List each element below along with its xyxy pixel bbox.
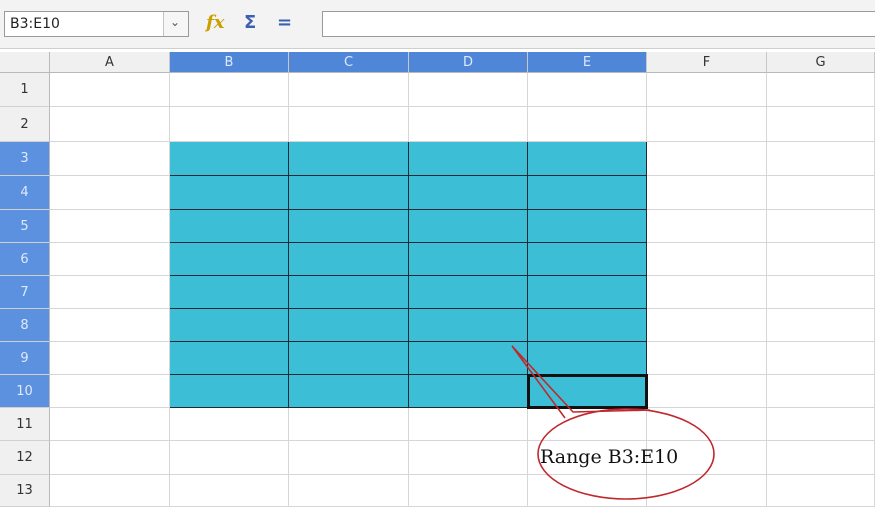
callout-pointer	[511, 345, 651, 419]
range-callout-graphic	[511, 345, 715, 500]
range-label: Range B3:E10	[540, 446, 679, 468]
